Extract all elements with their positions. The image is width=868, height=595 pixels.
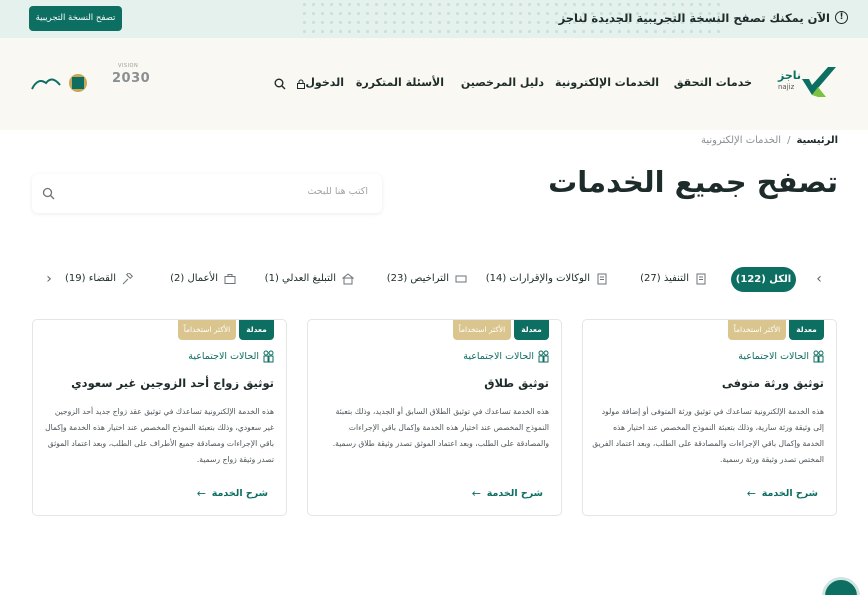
search-box[interactable] (32, 174, 382, 213)
filter-business-label: الأعمال (2) (170, 273, 218, 284)
nav-login[interactable]: الدخول (305, 76, 344, 92)
service-card[interactable]: معدلة الأكثر استخداماً الحالات الاجتماعي… (582, 319, 837, 516)
service-title: توثيق طلاق (484, 376, 549, 390)
nav-eservices[interactable]: الخدمات الإلكترونية (555, 76, 659, 92)
page-title: تصفح جميع الخدمات (548, 165, 838, 199)
service-category: الحالات الاجتماعية (463, 350, 549, 363)
card-icon (455, 275, 467, 283)
gavel-icon (122, 273, 134, 285)
filter-notification[interactable]: التبليغ العدلي (1) (265, 266, 354, 292)
chevron-right-icon[interactable]: › (42, 271, 56, 287)
service-description: هذه الخدمة الإلكترونية تساعدك في توثيق ع… (45, 407, 274, 464)
family-icon (538, 350, 549, 363)
service-title: توثيق زواج أحد الزوجين غير سعودي (71, 376, 274, 390)
najiz-logo[interactable]: ناجز najiz (778, 63, 838, 103)
trial-version-button[interactable]: تصفح النسخة التجريبية (29, 6, 122, 31)
arrow-left-icon[interactable]: ← (197, 487, 206, 500)
najiz-logo-icon (802, 67, 836, 97)
service-category-label: الحالات الاجتماعية (188, 351, 259, 362)
filter-agencies[interactable]: الوكالات والإقرارات (14) (486, 266, 608, 292)
service-description: هذه الخدمة تساعدك في توثيق الطلاق السابق… (332, 407, 549, 448)
filter-execution[interactable]: التنفيذ (27) (640, 266, 707, 292)
search-icon[interactable] (274, 78, 286, 90)
filter-licenses[interactable]: التراخيص (23) (387, 266, 467, 292)
filter-notification-label: التبليغ العدلي (1) (264, 273, 336, 284)
building-icon (342, 273, 354, 285)
service-card[interactable]: معدلة الأكثر استخداماً الحالات الاجتماعي… (307, 319, 562, 516)
service-card[interactable]: معدلة الأكثر استخداماً الحالات الاجتماعي… (32, 319, 287, 516)
service-details-link[interactable]: شرح الخدمة (487, 488, 543, 499)
najiz-logo-word: ناجز (778, 69, 802, 82)
filter-judiciary[interactable]: القضاء (19) (65, 266, 134, 292)
filter-business[interactable]: الأعمال (2) (170, 266, 236, 292)
nav-licensees-guide[interactable]: دليل المرخصين (461, 76, 544, 92)
nav-faq[interactable]: الأسئلة المتكررة (356, 76, 444, 92)
briefcase-icon (224, 274, 236, 284)
badge-most-used: الأكثر استخداماً (178, 320, 236, 340)
ministry-of-justice-logo-icon (31, 74, 87, 92)
filter-judiciary-label: القضاء (19) (64, 273, 116, 284)
family-icon (263, 350, 274, 363)
family-icon (813, 350, 824, 363)
document-icon (696, 273, 706, 285)
service-description: هذه الخدمة الإلكترونية تساعدك في توثيق و… (592, 407, 824, 464)
filter-all[interactable]: الكل (122) (731, 267, 796, 292)
service-category: الحالات الاجتماعية (738, 350, 824, 363)
service-category: الحالات الاجتماعية (188, 350, 274, 363)
vision-number: 2030 (112, 71, 151, 86)
document-icon (597, 273, 607, 285)
badge-most-used: الأكثر استخداماً (728, 320, 786, 340)
info-icon: ! (835, 11, 848, 24)
nav-verification-services[interactable]: خدمات التحقق (674, 76, 752, 92)
filter-licenses-label: التراخيص (23) (386, 273, 449, 284)
service-details-link[interactable]: شرح الخدمة (762, 488, 818, 499)
banner-text: الآن يمكنك تصفح النسخة التجريبية الجديدة… (558, 11, 830, 25)
breadcrumb-current: الخدمات الإلكترونية (700, 135, 782, 146)
lock-icon (297, 79, 305, 89)
site-header: ناجز najiz خدمات التحقق الخدمات الإلكترو… (0, 38, 868, 130)
chevron-left-icon[interactable]: ‹ (812, 271, 826, 287)
badge-most-used: الأكثر استخداماً (453, 320, 511, 340)
search-icon[interactable] (42, 187, 55, 200)
breadcrumb-home[interactable]: الرئيسية (796, 135, 838, 146)
vision-2030-logo: VISION 2030 (112, 63, 151, 93)
arrow-left-icon[interactable]: ← (747, 487, 756, 500)
search-input[interactable] (68, 186, 368, 197)
breadcrumb: الرئيسية / الخدمات الإلكترونية (701, 135, 838, 146)
badge-modified: معدلة (789, 320, 824, 340)
arrow-left-icon[interactable]: ← (472, 487, 481, 500)
service-details-link[interactable]: شرح الخدمة (212, 488, 268, 499)
vision-label: VISION (118, 63, 139, 69)
announcement-banner: ! الآن يمكنك تصفح النسخة التجريبية الجدي… (0, 0, 868, 38)
najiz-logo-latin: najiz (778, 83, 795, 91)
badge-modified: معدلة (239, 320, 274, 340)
service-category-label: الحالات الاجتماعية (738, 351, 809, 362)
service-category-label: الحالات الاجتماعية (463, 351, 534, 362)
service-title: توثيق ورثة متوفى (721, 376, 824, 390)
filter-execution-label: التنفيذ (27) (640, 273, 689, 284)
badge-modified: معدلة (514, 320, 549, 340)
breadcrumb-separator: / (787, 135, 791, 146)
filter-agencies-label: الوكالات والإقرارات (14) (485, 273, 590, 284)
